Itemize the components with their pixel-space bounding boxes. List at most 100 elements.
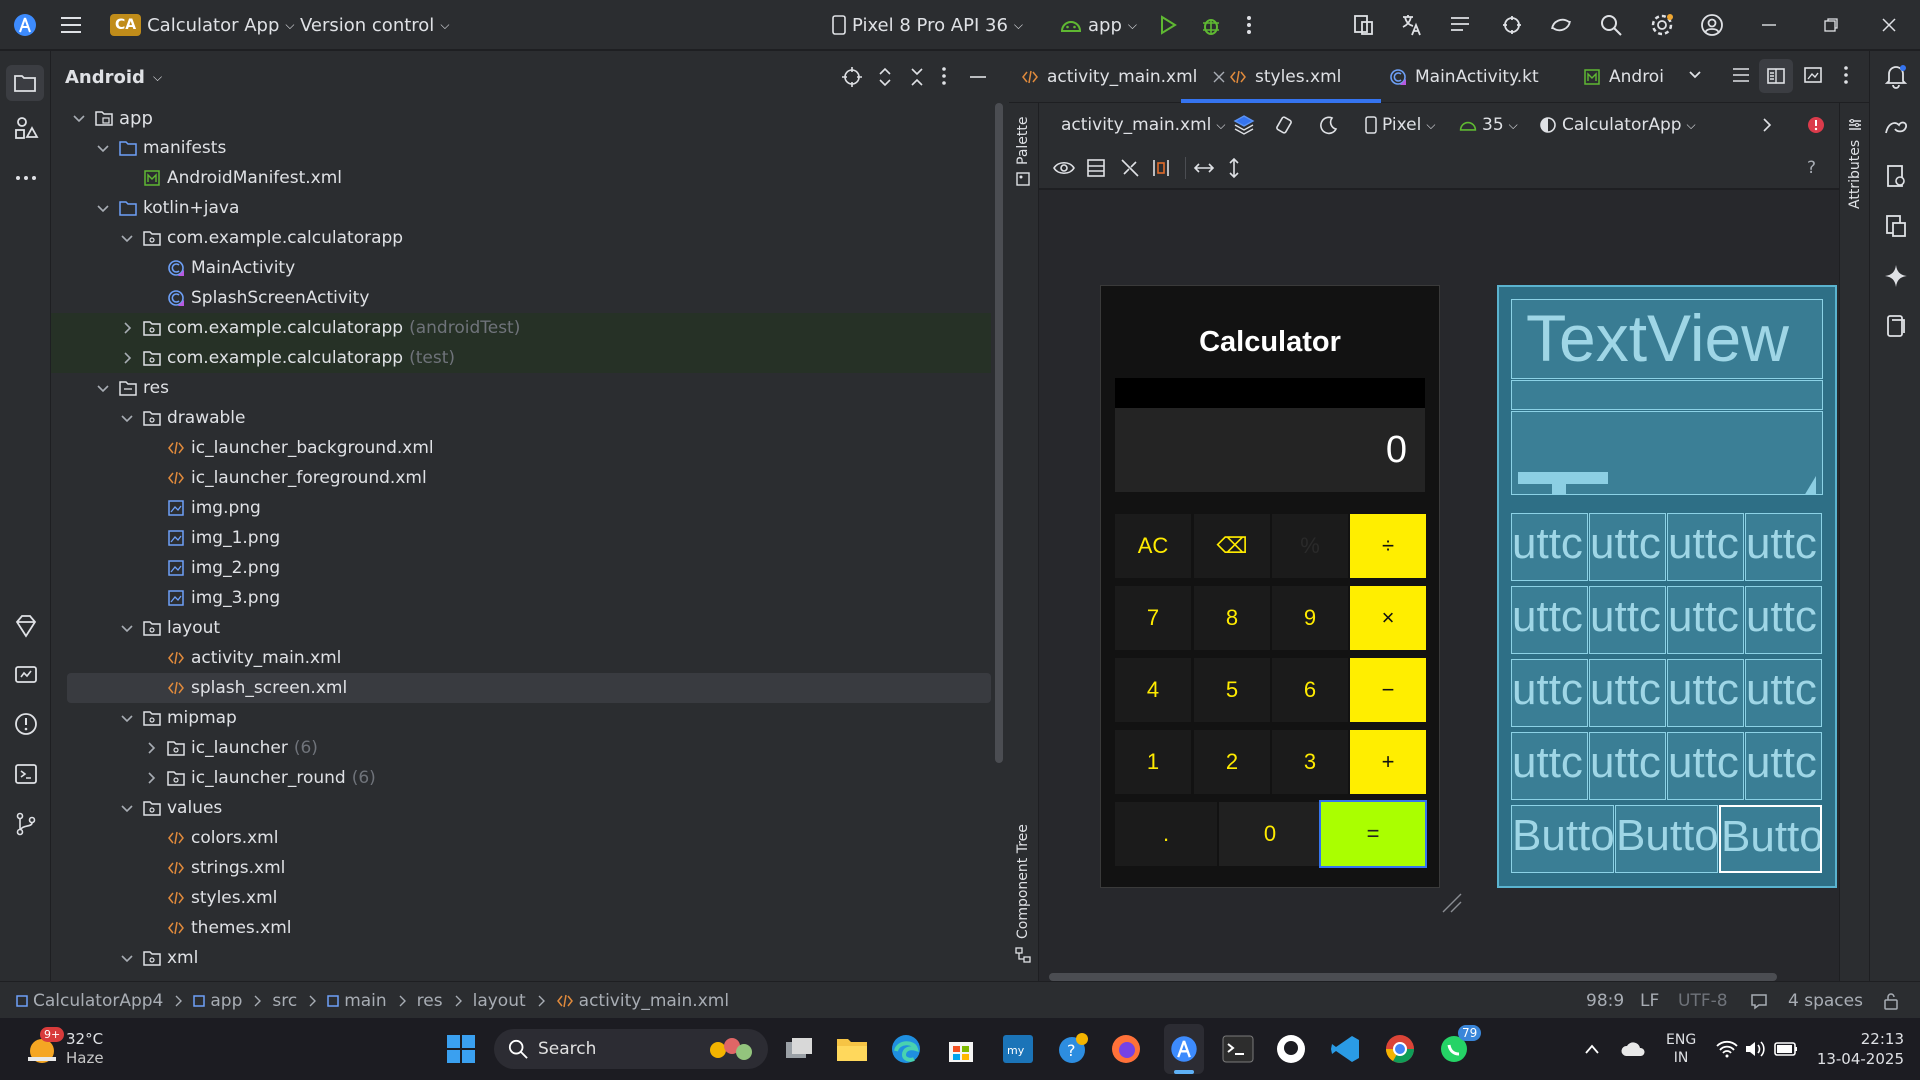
tree-scrollbar[interactable] — [995, 103, 1003, 763]
calculator-button[interactable]: 4 — [1115, 658, 1191, 722]
breadcrumb-item[interactable]: src — [272, 991, 297, 1011]
emulator-icon[interactable] — [1883, 313, 1909, 339]
run-icon[interactable] — [1158, 0, 1178, 50]
device-manager-icon[interactable] — [1352, 0, 1376, 50]
problems-icon[interactable] — [13, 711, 39, 737]
chevron-down-icon[interactable] — [119, 800, 135, 816]
lock-icon[interactable] — [1882, 982, 1900, 1019]
file-explorer-icon[interactable] — [836, 1018, 868, 1080]
blueprint-preview[interactable]: TextView uttc uttc uttc uttc uttc uttc uttc utt… — [1497, 285, 1837, 888]
toolbar-overflow-icon[interactable] — [1761, 103, 1773, 147]
locate-file-icon[interactable] — [841, 66, 863, 88]
calculator-button[interactable]: . — [1115, 802, 1217, 866]
caret-position[interactable]: 98:9 — [1586, 982, 1624, 1019]
tree-item[interactable]: img_1.png — [51, 523, 991, 553]
help-icon[interactable]: ? — [1807, 147, 1816, 189]
git-branch-icon[interactable] — [13, 811, 39, 837]
debug-icon[interactable] — [1200, 0, 1222, 50]
file-encoding[interactable]: UTF-8 — [1678, 982, 1728, 1019]
api-level-selector[interactable]: 35 ⌵ — [1459, 103, 1518, 147]
weather-widget[interactable]: 9+ 32°C Haze — [22, 1018, 104, 1080]
night-mode-icon[interactable] — [1317, 103, 1339, 147]
tree-item[interactable]: img_2.png — [51, 553, 991, 583]
calculator-button[interactable]: 2 — [1194, 730, 1270, 794]
edge-browser-icon[interactable] — [890, 1018, 922, 1080]
github-icon[interactable] — [1276, 1018, 1306, 1080]
phone-preview[interactable]: Calculator 0 AC ⌫% ÷ 7 8 9 × 4 5 6−1 2 3 +. 0 = — [1100, 285, 1440, 888]
breadcrumb-item[interactable]: app — [193, 991, 242, 1011]
gemini-diamond-icon[interactable] — [13, 613, 39, 639]
terminal-icon[interactable] — [13, 761, 39, 787]
breadcrumb-item[interactable]: activity_main.xml — [556, 991, 729, 1011]
breadcrumb-item[interactable]: main — [327, 991, 387, 1011]
mysql-workbench-icon[interactable]: my — [1002, 1018, 1034, 1080]
device-file-explorer-icon[interactable] — [1883, 163, 1909, 189]
editor-tab[interactable]: MainActivity.kt — [1389, 51, 1539, 103]
project-view-selector[interactable]: Android ⌵ — [65, 51, 162, 103]
operator-button[interactable]: + — [1350, 730, 1426, 794]
translate-icon[interactable] — [1400, 0, 1424, 50]
notifications-bell-icon[interactable] — [1883, 63, 1909, 89]
calculator-button[interactable]: 6 — [1272, 658, 1348, 722]
android-studio-taskbar-icon[interactable] — [1164, 1024, 1204, 1074]
resource-manager-icon[interactable] — [13, 115, 39, 141]
editor-tab[interactable]: activity_main.xml — [1021, 51, 1225, 103]
clock[interactable]: 22:13 13-04-2025 — [1812, 1018, 1904, 1080]
tree-item[interactable]: mipmap — [51, 703, 991, 733]
calculator-button[interactable]: 1 — [1115, 730, 1191, 794]
chevron-right-icon[interactable] — [143, 770, 159, 786]
tree-item[interactable]: ic_launcher_background.xml — [51, 433, 991, 463]
tree-item[interactable]: app — [51, 103, 991, 133]
settings-gear-icon[interactable] — [1650, 0, 1674, 50]
terminal-taskbar-icon[interactable] — [1222, 1018, 1254, 1080]
taskbar-search-box[interactable]: Search — [494, 1029, 768, 1069]
device-preview-selector[interactable]: Pixel ⌵ — [1365, 103, 1435, 147]
tree-item[interactable]: manifests — [51, 133, 991, 163]
view-options-eye-icon[interactable] — [1053, 147, 1075, 189]
breadcrumb-item[interactable]: CalculatorApp4 — [16, 991, 163, 1011]
chevron-down-icon[interactable] — [71, 110, 87, 126]
tree-item[interactable]: layout — [51, 613, 991, 643]
chevron-down-icon[interactable] — [119, 950, 135, 966]
language-indicator[interactable]: ENG IN — [1666, 1018, 1696, 1080]
chrome-icon[interactable] — [1384, 1018, 1416, 1080]
tree-item[interactable]: img.png — [51, 493, 991, 523]
tree-item[interactable]: MainActivity — [51, 253, 991, 283]
restore-window-icon[interactable] — [1824, 0, 1838, 50]
theme-selector[interactable]: CalculatorApp ⌵ — [1539, 103, 1696, 147]
disable-autoconnect-icon[interactable] — [1119, 147, 1141, 189]
breadcrumb-item[interactable]: res — [417, 991, 443, 1011]
tree-item[interactable]: values — [51, 793, 991, 823]
chevron-down-icon[interactable] — [95, 200, 111, 216]
android-studio-logo-icon[interactable] — [12, 0, 38, 50]
calculator-button[interactable]: AC — [1115, 514, 1191, 578]
tree-item[interactable]: com.example.calculatorapp (test) — [51, 343, 991, 373]
calculator-button[interactable]: ⌫ — [1194, 514, 1270, 578]
component-tree-tab[interactable]: Component Tree — [1015, 824, 1031, 939]
chevron-right-icon[interactable] — [119, 320, 135, 336]
calculator-button[interactable]: 8 — [1194, 586, 1270, 650]
close-tab-icon[interactable] — [1213, 71, 1225, 83]
calculator-button[interactable]: 5 — [1194, 658, 1270, 722]
canvas-horizontal-scrollbar[interactable] — [1049, 973, 1777, 981]
expand-all-icon[interactable] — [875, 66, 895, 88]
help-assistant-icon[interactable]: ? — [1056, 1018, 1090, 1080]
equals-button[interactable]: = — [1319, 800, 1427, 868]
close-window-icon[interactable] — [1882, 0, 1896, 50]
blueprint-mode-icon[interactable] — [1087, 147, 1105, 189]
microsoft-store-icon[interactable] — [946, 1018, 976, 1080]
indent-setting[interactable]: 4 spaces — [1788, 982, 1863, 1019]
tree-item[interactable]: AndroidManifest.xml — [51, 163, 991, 193]
calculator-button[interactable]: 0 — [1219, 802, 1321, 866]
inspection-icon[interactable] — [1750, 982, 1768, 1019]
calculator-button[interactable]: % — [1272, 514, 1348, 578]
palette-tab[interactable]: Palette — [1015, 117, 1031, 166]
calculator-button[interactable]: 3 — [1272, 730, 1348, 794]
chevron-right-icon[interactable] — [119, 350, 135, 366]
tree-item[interactable]: colors.xml — [51, 823, 991, 853]
breadcrumb-item[interactable]: layout — [473, 991, 526, 1011]
calculator-button[interactable]: 9 — [1272, 586, 1348, 650]
layers-icon[interactable] — [1233, 103, 1255, 147]
wifi-icon[interactable] — [1716, 1018, 1738, 1080]
logcat-icon[interactable] — [13, 661, 39, 687]
